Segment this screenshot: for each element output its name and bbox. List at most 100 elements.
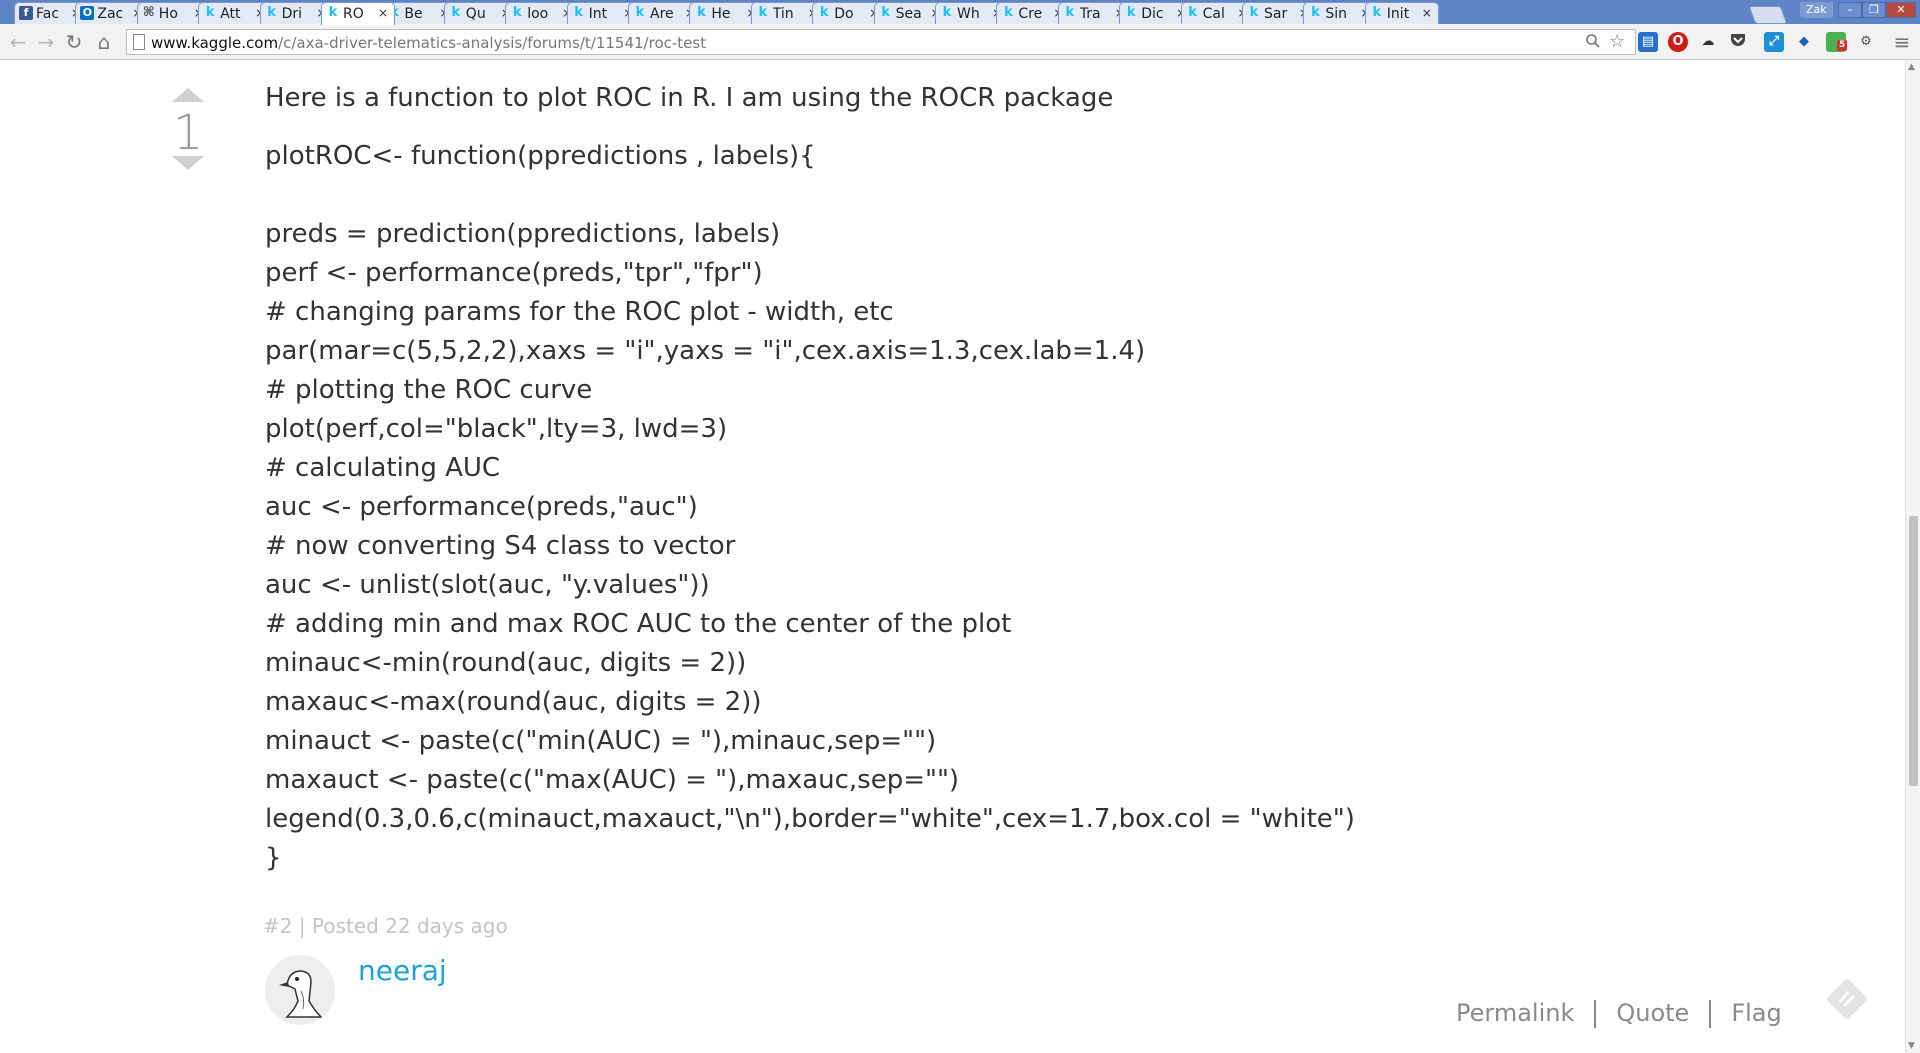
pocket-icon[interactable]	[1728, 32, 1748, 52]
tab-label: Init	[1386, 6, 1410, 22]
resize-icon[interactable]: ⤢	[1764, 32, 1784, 52]
tab-label: Dic	[1141, 6, 1164, 22]
post-actions: Permalink Quote Flag	[1456, 997, 1782, 1029]
kaggle-icon: k	[574, 5, 583, 20]
back-button[interactable]: ←	[6, 30, 30, 54]
flag-link[interactable]: Flag	[1731, 999, 1781, 1027]
minimize-button[interactable]: –	[1838, 2, 1862, 18]
chrome-ext-icon[interactable]: 5	[1826, 32, 1848, 52]
kaggle-icon: k	[942, 5, 952, 20]
kaggle-icon: k	[512, 5, 522, 20]
tab-label: Sar	[1264, 6, 1288, 22]
tab-label: Qu	[465, 6, 486, 22]
author-link[interactable]: neeraj	[358, 952, 447, 990]
tab-label: Sin	[1325, 6, 1348, 22]
tab-label: Int	[588, 6, 608, 22]
settings-ext-icon[interactable]: ⚙	[1856, 32, 1876, 52]
scrollbar-thumb[interactable]	[1909, 516, 1918, 786]
scroll-down-arrow-icon[interactable]: ▼	[1908, 1041, 1915, 1051]
code-line: preds = prediction(ppredictions, labels)	[265, 219, 781, 249]
mail-icon[interactable]: ▤	[1638, 32, 1658, 52]
code-line: auc <- performance(preds,"auc")	[265, 492, 698, 522]
tab-label: Cre	[1018, 6, 1043, 22]
code-line: minauc<-min(round(auc, digits = 2))	[265, 648, 747, 678]
code-line: perf <- performance(preds,"tpr","fpr")	[265, 258, 763, 288]
scroll-up-arrow-icon[interactable]: ▲	[1908, 62, 1915, 72]
kaggle-badge-icon[interactable]	[1826, 978, 1870, 1022]
post-intro: Here is a function to plot ROC in R. I a…	[265, 83, 1114, 113]
code-line: # now converting S4 class to vector	[265, 531, 736, 561]
reload-button[interactable]: ↻	[62, 30, 86, 54]
browser-toolbar: ← → ↻ ⌂ www.kaggle.com/c/axa-driver-tele…	[0, 24, 1920, 60]
tab-label: Wh	[957, 6, 980, 22]
address-bar[interactable]: www.kaggle.com/c/axa-driver-telematics-a…	[126, 29, 1636, 55]
tab-close-icon[interactable]: ×	[378, 3, 388, 23]
new-tab-button[interactable]	[1748, 6, 1788, 24]
code-line: auc <- unlist(slot(auc, "y.values"))	[265, 570, 710, 600]
forward-button[interactable]: →	[34, 30, 58, 54]
upvote-arrow[interactable]	[172, 88, 204, 102]
profile-button[interactable]: Zak	[1800, 2, 1833, 18]
close-window-button[interactable]: ✕	[1886, 2, 1916, 18]
kaggle-icon: k	[328, 5, 338, 20]
menu-button[interactable]: ≡	[1890, 30, 1914, 54]
kaggle-icon: k	[1311, 5, 1320, 20]
code-line: plotROC<- function(ppredictions , labels…	[265, 141, 816, 171]
goose-avatar-icon	[265, 955, 335, 1025]
tab-label: Fac	[36, 6, 60, 22]
kaggle-icon: k	[1372, 5, 1382, 20]
code-line: legend(0.3,0.6,c(minauct,maxauct,"\n"),b…	[265, 804, 1355, 834]
tab-label: Att	[220, 6, 241, 22]
browser-tab[interactable]: k RO ×	[321, 2, 395, 25]
url-path: /c/axa-driver-telematics-analysis/forums…	[278, 34, 707, 52]
tab-label: Ho	[158, 6, 178, 22]
kaggle-icon: k	[205, 5, 215, 20]
bookmark-star-icon[interactable]: ☆	[1609, 31, 1625, 52]
avatar[interactable]	[265, 955, 335, 1025]
code-line: maxauct <- paste(c("max(AUC) = "),maxauc…	[265, 765, 960, 795]
kaggle-icon: k	[267, 5, 276, 20]
tab-label: Tra	[1079, 6, 1101, 22]
quote-link[interactable]: Quote	[1616, 999, 1689, 1027]
browser-tab-strip: fFac×OZac×⌘Ho×kAtt×kDri×kRO×kBe×kQu×kloo…	[0, 0, 1920, 25]
code-line: maxauc<-max(round(auc, digits = 2))	[265, 687, 762, 717]
code-block: plotROC<- function(ppredictions , labels…	[265, 137, 1715, 878]
home-button[interactable]: ⌂	[92, 30, 116, 54]
kaggle-icon: k	[819, 5, 829, 20]
code-line: minauct <- paste(c("min(AUC) = "),minauc…	[265, 726, 937, 756]
cloud-icon[interactable]: ☁	[1698, 32, 1718, 52]
dropbox-icon[interactable]: ◆	[1794, 32, 1814, 52]
tab-label: Are	[650, 6, 674, 22]
kaggle-icon: k	[1065, 5, 1075, 20]
tab-label: He	[711, 6, 731, 22]
code-line: # adding min and max ROC AUC to the cent…	[265, 609, 1012, 639]
browser-tab[interactable]: k Init ×	[1364, 2, 1439, 24]
downvote-arrow[interactable]	[172, 156, 204, 170]
kaggle-icon: k	[1188, 5, 1197, 20]
kaggle-icon: k	[635, 5, 645, 20]
vote-count: 1	[172, 105, 204, 161]
action-separator	[1594, 1000, 1597, 1028]
tab-close-icon[interactable]: ×	[1422, 3, 1432, 23]
code-line: # calculating AUC	[265, 453, 501, 483]
kaggle-icon: k	[451, 5, 461, 20]
tab-label: loo	[527, 6, 549, 22]
post-meta: #2 | Posted 22 days ago	[263, 914, 508, 938]
extension-badge: 5	[1837, 40, 1848, 51]
kaggle-icon: k	[1126, 5, 1136, 20]
permalink-link[interactable]: Permalink	[1456, 999, 1574, 1027]
kaggle-icon: k	[697, 5, 706, 20]
page-scrollbar[interactable]: ▲ ▼	[1905, 60, 1920, 1053]
code-line: }	[265, 843, 282, 873]
url-text[interactable]: www.kaggle.com/c/axa-driver-telematics-a…	[151, 34, 706, 52]
opera-icon[interactable]: O	[1668, 32, 1688, 52]
github-icon: ⌘	[142, 5, 155, 20]
code-line: par(mar=c(5,5,2,2),xaxs = "i",yaxs = "i"…	[265, 336, 1146, 366]
tab-label: Zac	[97, 6, 124, 22]
restore-button[interactable]: ❐	[1862, 2, 1886, 18]
code-line: # plotting the ROC curve	[265, 375, 593, 405]
zoom-icon[interactable]	[1585, 33, 1601, 53]
kaggle-icon: k	[881, 5, 890, 20]
tab-label: Cal	[1202, 6, 1225, 22]
